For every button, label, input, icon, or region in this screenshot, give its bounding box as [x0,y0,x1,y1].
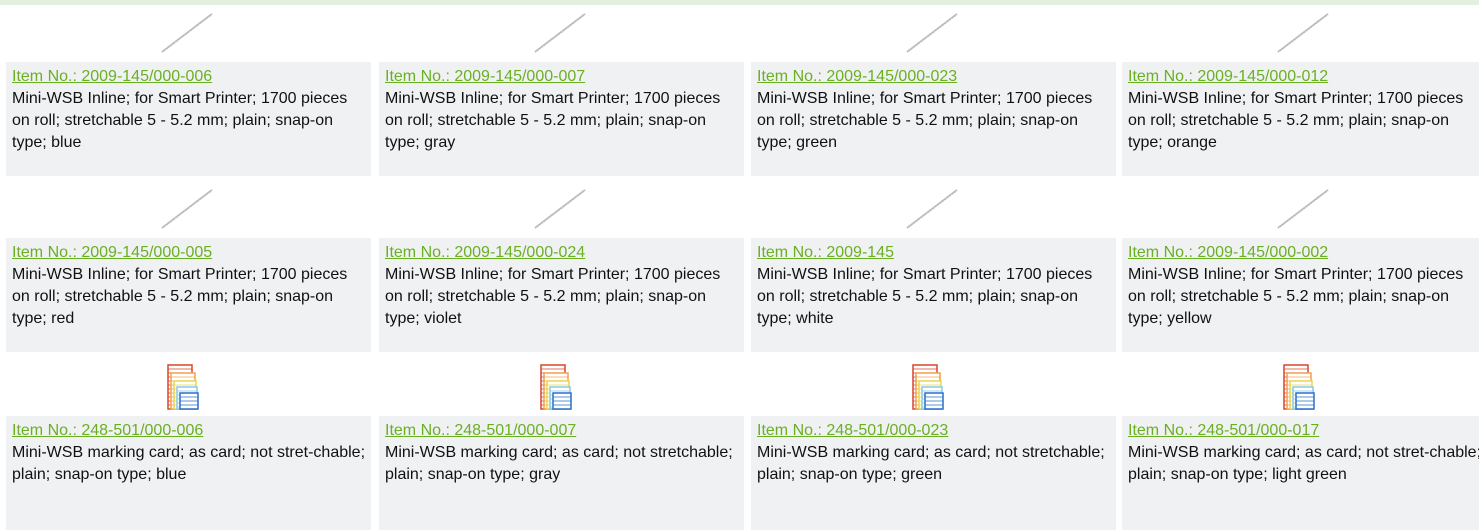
roll-strip-icon [1277,13,1330,53]
item-number-link[interactable]: Item No.: 2009-145 [757,243,1110,264]
item-number-link[interactable]: Item No.: 2009-145/000-005 [12,243,365,264]
product-description: Mini-WSB Inline; for Smart Printer; 1700… [1128,266,1464,327]
product-info-card: Item No.: 248-501/000-006 Mini-WSB marki… [6,416,371,530]
product-thumbnail[interactable] [1122,0,1479,62]
marking-card-icon [912,364,944,410]
product-description: Mini-WSB Inline; for Smart Printer; 1700… [12,90,348,151]
product-info-card: Item No.: 2009-145/000-012 Mini-WSB Inli… [1122,62,1479,176]
item-number-link[interactable]: Item No.: 2009-145/000-002 [1128,243,1479,264]
item-number-link[interactable]: Item No.: 248-501/000-007 [385,421,738,442]
product-description: Mini-WSB Inline; for Smart Printer; 1700… [757,90,1093,151]
product-description: Mini-WSB Inline; for Smart Printer; 1700… [12,266,348,327]
roll-strip-icon [534,189,587,229]
product-description: Mini-WSB Inline; for Smart Printer; 1700… [385,90,721,151]
product-description: Mini-WSB marking card; as card; not stre… [757,444,1105,483]
item-number-link[interactable]: Item No.: 2009-145/000-023 [757,67,1110,88]
item-number-link[interactable]: Item No.: 2009-145/000-007 [385,67,738,88]
item-number-link[interactable]: Item No.: 248-501/000-006 [12,421,365,442]
product-info-card: Item No.: 248-501/000-023 Mini-WSB marki… [751,416,1116,530]
marking-card-icon [540,364,572,410]
roll-strip-icon [906,189,959,229]
product-info-card: Item No.: 2009-145/000-006 Mini-WSB Inli… [6,62,371,176]
product-description: Mini-WSB marking card; as card; not stre… [12,444,366,483]
product-thumbnail[interactable] [751,176,1116,238]
product-thumbnail[interactable] [379,0,744,62]
product-info-card: Item No.: 2009-145/000-023 Mini-WSB Inli… [751,62,1116,176]
item-number-link[interactable]: Item No.: 2009-145/000-024 [385,243,738,264]
roll-strip-icon [161,189,214,229]
item-number-link[interactable]: Item No.: 248-501/000-023 [757,421,1110,442]
product-description: Mini-WSB Inline; for Smart Printer; 1700… [1128,90,1464,151]
roll-strip-icon [534,13,587,53]
product-thumbnail[interactable] [751,354,1116,416]
product-description: Mini-WSB marking card; as card; not stre… [385,444,733,483]
product-info-card: Item No.: 2009-145/000-002 Mini-WSB Inli… [1122,238,1479,352]
product-thumbnail[interactable] [379,176,744,238]
product-thumbnail[interactable] [751,0,1116,62]
product-info-card: Item No.: 2009-145/000-024 Mini-WSB Inli… [379,238,744,352]
product-thumbnail[interactable] [1122,176,1479,238]
marking-card-icon [1283,364,1315,410]
product-description: Mini-WSB marking card; as card; not stre… [1128,444,1479,483]
item-number-link[interactable]: Item No.: 248-501/000-017 [1128,421,1479,442]
product-description: Mini-WSB Inline; for Smart Printer; 1700… [757,266,1093,327]
roll-strip-icon [906,13,959,53]
product-info-card: Item No.: 2009-145 Mini-WSB Inline; for … [751,238,1116,352]
roll-strip-icon [161,13,214,53]
product-info-card: Item No.: 2009-145/000-005 Mini-WSB Inli… [6,238,371,352]
product-info-card: Item No.: 2009-145/000-007 Mini-WSB Inli… [379,62,744,176]
product-thumbnail[interactable] [6,354,371,416]
product-description: Mini-WSB Inline; for Smart Printer; 1700… [385,266,721,327]
roll-strip-icon [1277,189,1330,229]
product-info-card: Item No.: 248-501/000-007 Mini-WSB marki… [379,416,744,530]
product-thumbnail[interactable] [6,0,371,62]
marking-card-icon [167,364,199,410]
product-grid: Item No.: 2009-145/000-006 Mini-WSB Inli… [0,0,1479,530]
product-thumbnail[interactable] [6,176,371,238]
product-thumbnail[interactable] [379,354,744,416]
item-number-link[interactable]: Item No.: 2009-145/000-006 [12,67,365,88]
product-thumbnail[interactable] [1122,354,1479,416]
item-number-link[interactable]: Item No.: 2009-145/000-012 [1128,67,1479,88]
product-info-card: Item No.: 248-501/000-017 Mini-WSB marki… [1122,416,1479,530]
